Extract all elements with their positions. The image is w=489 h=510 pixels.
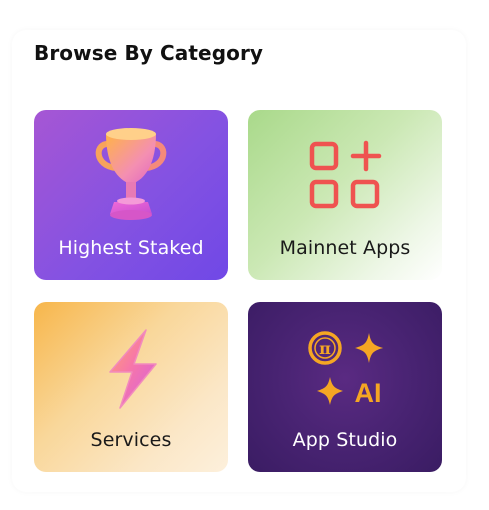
pi-symbol: π xyxy=(319,339,331,358)
card-label: Highest Staked xyxy=(58,237,204,259)
card-label: App Studio xyxy=(292,429,398,451)
category-card-services[interactable]: Services xyxy=(34,302,228,472)
pi-sparkle-ai-icon: π AI xyxy=(248,302,442,422)
apps-grid-icon xyxy=(248,110,442,230)
lightning-bolt-icon xyxy=(34,302,228,422)
category-card-app-studio[interactable]: π AI App Studio xyxy=(248,302,442,472)
category-card-mainnet-apps[interactable]: Mainnet Apps xyxy=(248,110,442,280)
section-title: Browse By Category xyxy=(34,41,264,65)
category-card-highest-staked[interactable]: Highest Staked xyxy=(34,110,228,280)
trophy-icon xyxy=(34,110,228,230)
ai-text: AI xyxy=(355,378,382,408)
card-label: Mainnet Apps xyxy=(279,237,411,259)
card-label: Services xyxy=(90,429,172,451)
